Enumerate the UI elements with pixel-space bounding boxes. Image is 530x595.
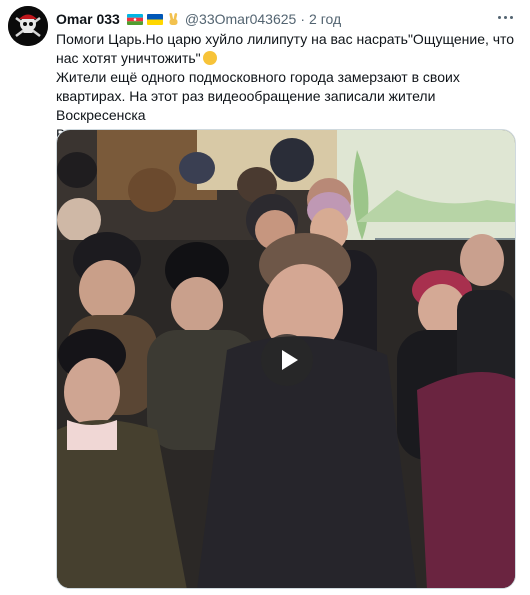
tweet-text: Помоги Царь.Но царю хуйло лилипуту на ва… (56, 30, 516, 144)
avatar[interactable] (8, 6, 48, 46)
timestamp[interactable]: 2 год (309, 11, 341, 27)
tweet-text-line-2: Жители ещё одного подмосковного города з… (56, 69, 460, 123)
tweet-text-line-1: Помоги Царь.Но царю хуйло лилипуту на ва… (56, 30, 516, 68)
azerbaijan-flag-icon (126, 13, 143, 25)
separator-dot: · (300, 11, 306, 27)
tweet-text-line-1-content: Помоги Царь.Но царю хуйло лилипуту на ва… (56, 31, 515, 66)
video-thumbnail[interactable] (56, 129, 516, 589)
tweet-card[interactable]: Omar 033 @33Omar043625 · 2 год Помоги Ца… (0, 0, 530, 595)
grinning-face-icon (202, 51, 217, 65)
user-handle[interactable]: @33Omar043625 (185, 11, 297, 27)
ukraine-flag-icon (146, 13, 163, 25)
victory-hand-icon (169, 12, 178, 25)
tweet-header: Omar 033 @33Omar043625 · 2 год (56, 9, 341, 29)
play-icon[interactable] (261, 334, 313, 386)
pirate-skull-avatar-icon (8, 6, 48, 46)
display-name[interactable]: Omar 033 (56, 11, 120, 27)
more-options-icon[interactable] (494, 8, 516, 26)
